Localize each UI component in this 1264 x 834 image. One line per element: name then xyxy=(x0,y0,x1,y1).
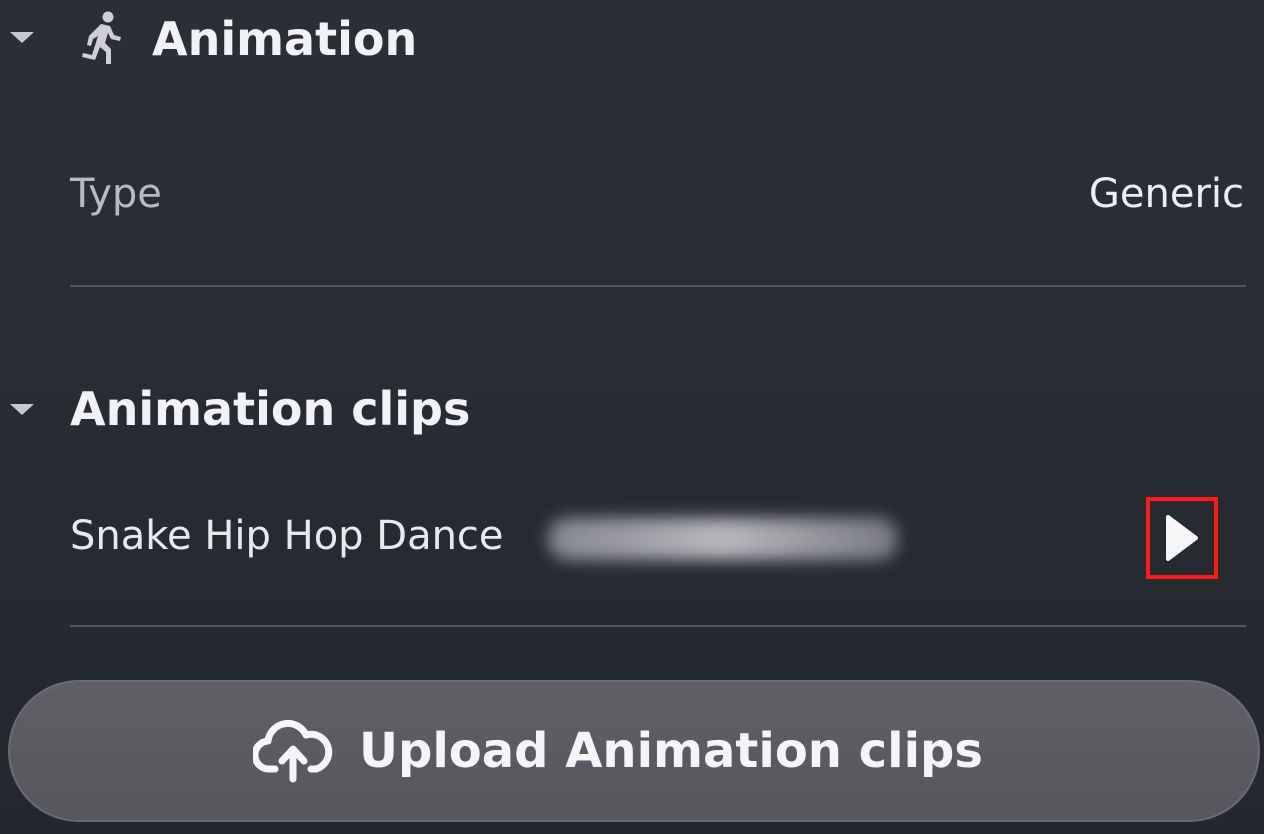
upload-animation-clips-button[interactable]: Upload Animation clips xyxy=(8,680,1260,822)
upload-button-label: Upload Animation clips xyxy=(359,723,983,779)
cloud-upload-icon xyxy=(253,719,333,783)
divider xyxy=(70,285,1246,287)
section-title-animation: Animation xyxy=(152,12,418,66)
divider xyxy=(70,625,1246,627)
clip-name: Snake Hip Hop Dance xyxy=(70,513,504,559)
type-label: Type xyxy=(70,171,162,217)
clip-list-item[interactable]: Snake Hip Hop Dance xyxy=(70,500,1246,580)
play-button[interactable] xyxy=(1146,497,1218,579)
collapse-caret-icon[interactable] xyxy=(10,32,34,43)
redacted-text xyxy=(548,518,898,560)
collapse-caret-icon[interactable] xyxy=(10,404,34,415)
type-value[interactable]: Generic xyxy=(1089,174,1244,214)
play-icon xyxy=(1166,515,1198,561)
section-title-animation-clips: Animation clips xyxy=(70,382,471,436)
running-person-icon xyxy=(82,11,121,64)
